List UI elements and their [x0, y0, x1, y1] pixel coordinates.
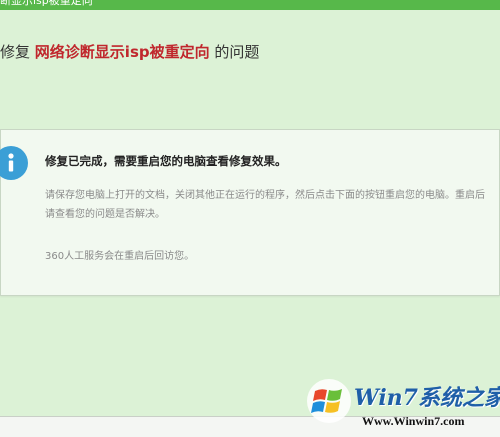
repair-instructions: 请保存您电脑上打开的文档，关闭其他正在运行的程序，然后点击下面的按钮重启您的电脑…	[45, 190, 485, 220]
heading-suffix: 的问题	[214, 43, 260, 61]
windows-logo-icon	[306, 378, 352, 428]
service-followup-note: 360人工服务会在重启后回访您。	[45, 251, 195, 262]
repair-result-panel: 修复已完成，需要重启您的电脑查看修复效果。 请保存您电脑上打开的文档，关闭其他正…	[0, 129, 500, 296]
watermark-brand: Win7系统之家	[354, 385, 500, 411]
repair-status-title: 修复已完成，需要重启您的电脑查看修复效果。	[45, 154, 287, 168]
heading-problem-name: 网络诊断显示isp被重定向	[34, 43, 210, 61]
site-watermark: Win7系统之家 Www.Winwin7.com	[300, 374, 500, 432]
top-bar: 断显示isp被重定向	[0, 0, 500, 10]
window-title: 断显示isp被重定向	[0, 0, 93, 7]
heading-prefix: 修复	[0, 43, 31, 61]
page-heading: 修复 网络诊断显示isp被重定向 的问题	[0, 42, 259, 62]
info-icon	[0, 146, 28, 180]
watermark-url: Www.Winwin7.com	[362, 414, 465, 428]
